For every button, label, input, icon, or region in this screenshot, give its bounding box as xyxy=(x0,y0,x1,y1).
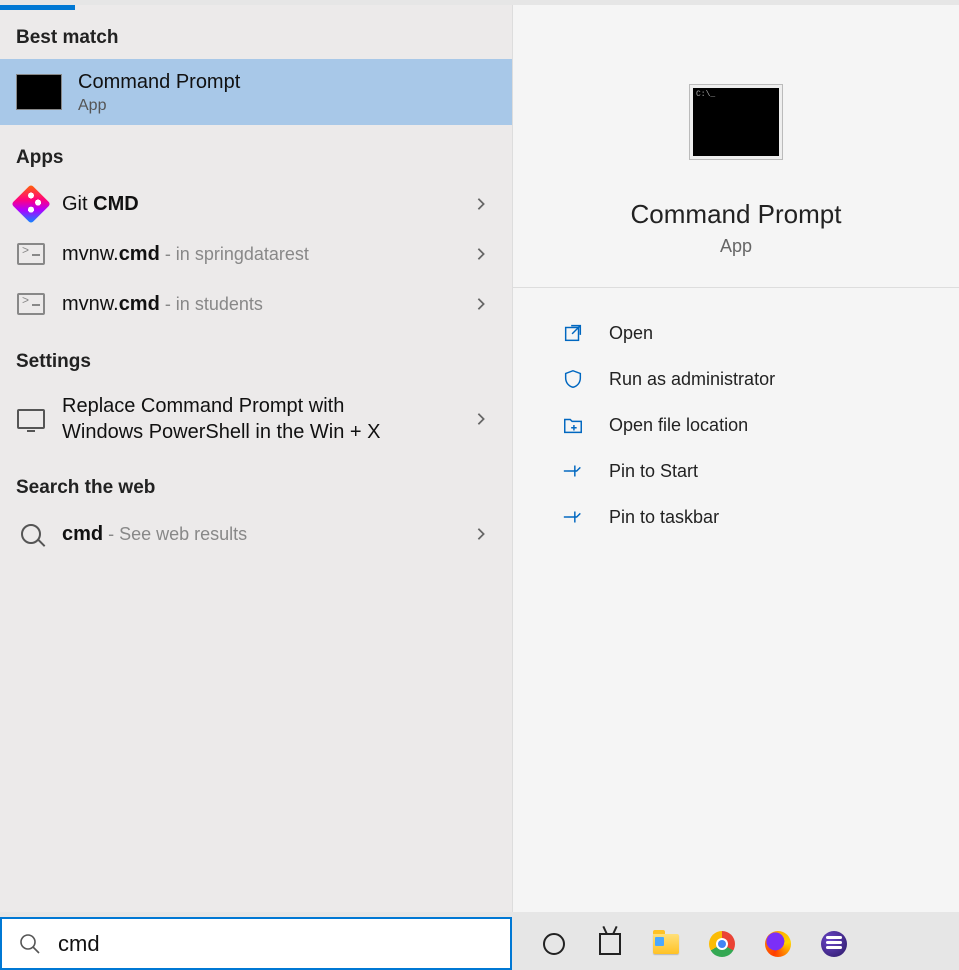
search-box[interactable] xyxy=(0,917,512,970)
results-column: Best match Command Prompt App Apps Git C… xyxy=(0,5,512,912)
preview-header: Command Prompt App xyxy=(513,5,959,288)
result-command-prompt[interactable]: Command Prompt App xyxy=(0,59,512,125)
result-title: Command Prompt xyxy=(78,69,496,95)
monitor-icon xyxy=(16,404,46,434)
section-settings: Settings xyxy=(0,329,512,383)
result-title: Replace Command Prompt with Windows Powe… xyxy=(62,393,422,445)
chevron-right-icon[interactable] xyxy=(466,197,496,211)
action-label: Pin to Start xyxy=(609,461,698,482)
taskbar xyxy=(0,917,959,970)
taskbar-icons xyxy=(512,917,959,970)
chevron-right-icon[interactable] xyxy=(466,297,496,311)
open-icon xyxy=(561,322,585,344)
action-pin-start[interactable]: Pin to Start xyxy=(561,448,911,494)
cmd-icon-large xyxy=(690,85,782,159)
section-apps: Apps xyxy=(0,125,512,179)
result-title: mvnw.cmd - in springdatarest xyxy=(62,241,466,267)
result-title: mvnw.cmd - in students xyxy=(62,291,466,317)
search-input[interactable] xyxy=(58,931,494,957)
action-open-location[interactable]: Open file location xyxy=(561,402,911,448)
search-icon xyxy=(16,519,46,549)
preview-title: Command Prompt xyxy=(631,199,842,230)
result-web-cmd[interactable]: cmd - See web results xyxy=(0,509,512,559)
cortana-icon[interactable] xyxy=(540,930,568,958)
tab-indicator xyxy=(0,5,75,10)
result-git-cmd[interactable]: Git CMD xyxy=(0,179,512,229)
git-icon xyxy=(16,189,46,219)
chevron-right-icon[interactable] xyxy=(466,412,496,426)
folder-open-icon xyxy=(561,414,585,436)
eclipse-icon[interactable] xyxy=(820,930,848,958)
result-replace-cmd-powershell[interactable]: Replace Command Prompt with Windows Powe… xyxy=(0,383,512,455)
preview-column: Command Prompt App Open Run as administr… xyxy=(512,5,959,912)
action-label: Open xyxy=(609,323,653,344)
pin-icon xyxy=(561,460,585,482)
taskview-icon[interactable] xyxy=(596,930,624,958)
section-best-match: Best match xyxy=(0,5,512,59)
cli-icon xyxy=(16,239,46,269)
start-search-panel: Best match Command Prompt App Apps Git C… xyxy=(0,5,959,912)
chevron-right-icon[interactable] xyxy=(466,527,496,541)
result-title: cmd - See web results xyxy=(62,521,466,547)
result-mvnw-students[interactable]: mvnw.cmd - in students xyxy=(0,279,512,329)
action-label: Open file location xyxy=(609,415,748,436)
firefox-icon[interactable] xyxy=(764,930,792,958)
search-icon xyxy=(18,932,42,956)
action-open[interactable]: Open xyxy=(561,310,911,356)
preview-subtitle: App xyxy=(720,236,752,257)
action-list: Open Run as administrator Open file loca… xyxy=(513,288,959,562)
action-label: Run as administrator xyxy=(609,369,775,390)
cmd-icon xyxy=(16,69,62,115)
action-label: Pin to taskbar xyxy=(609,507,719,528)
action-pin-taskbar[interactable]: Pin to taskbar xyxy=(561,494,911,540)
cli-icon xyxy=(16,289,46,319)
pin-icon xyxy=(561,506,585,528)
file-explorer-icon[interactable] xyxy=(652,930,680,958)
action-run-admin[interactable]: Run as administrator xyxy=(561,356,911,402)
result-title: Git CMD xyxy=(62,191,466,217)
section-search-web: Search the web xyxy=(0,455,512,509)
result-mvnw-springdatarest[interactable]: mvnw.cmd - in springdatarest xyxy=(0,229,512,279)
shield-icon xyxy=(561,368,585,390)
result-subtitle: App xyxy=(78,97,496,115)
chevron-right-icon[interactable] xyxy=(466,247,496,261)
chrome-icon[interactable] xyxy=(708,930,736,958)
